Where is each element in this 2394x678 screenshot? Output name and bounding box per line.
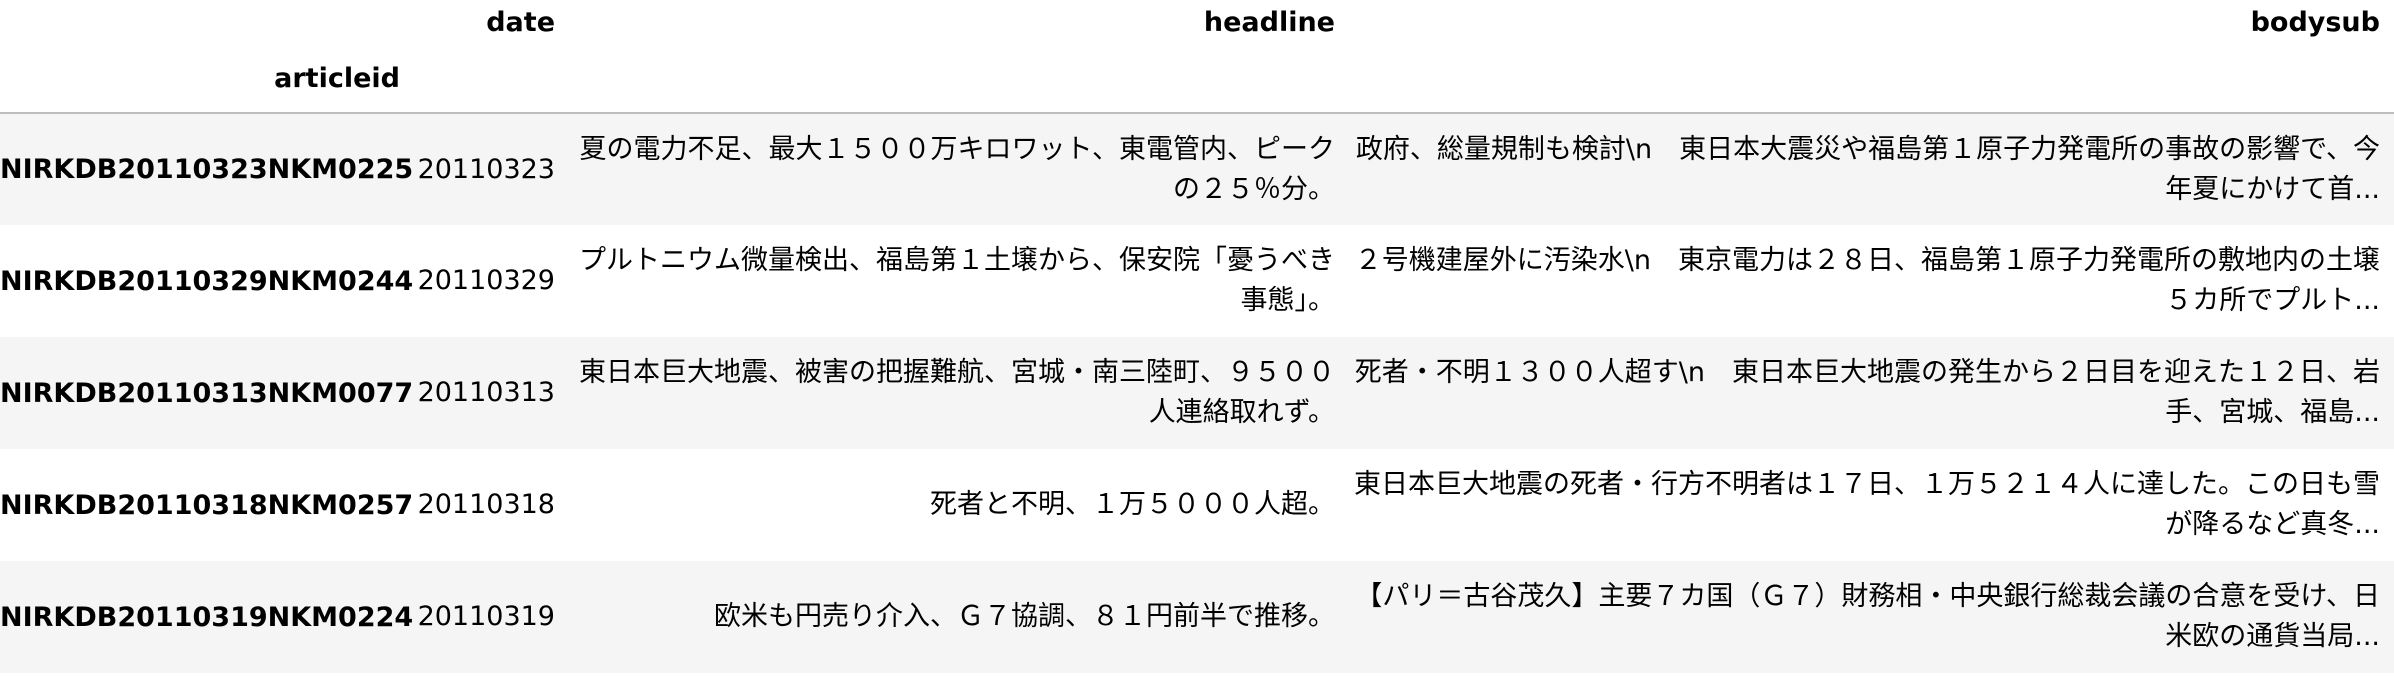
date-cell: 20110323 xyxy=(417,153,555,185)
bodysub-cell: 【パリ＝古谷茂久】主要７カ国（Ｇ７）財務相・中央銀行総裁会議の合意を受け、日米欧… xyxy=(1355,581,2380,652)
bodysub-cell: ２号機建屋外に汚染水\n 東京電力は２８日、福島第１原子力発電所の敷地内の土壌５… xyxy=(1354,245,2380,316)
column-header-bodysub: bodysub xyxy=(2250,6,2380,38)
index-row-blank xyxy=(1349,44,2394,113)
table-body: NIRKDB20110323NKM0225 20110323 夏の電力不足、最大… xyxy=(0,113,2394,673)
table-row: NIRKDB20110323NKM0225 20110323 夏の電力不足、最大… xyxy=(0,113,2394,225)
date-cell: 20110318 xyxy=(417,489,555,520)
headline-cell: プルトニウム微量検出、福島第１土壌から、保安院「憂うべき事態」。 xyxy=(579,245,1335,316)
row-index-cell: NIRKDB20110319NKM0224 xyxy=(0,601,414,633)
headline-cell: 欧米も円売り介入、Ｇ７協調、８１円前半で推移。 xyxy=(714,601,1335,632)
date-cell: 20110313 xyxy=(417,377,555,408)
date-cell: 20110319 xyxy=(417,601,555,632)
date-cell: 20110329 xyxy=(417,265,555,296)
index-header-blank xyxy=(0,0,414,44)
column-header-row: date headline bodysub xyxy=(0,0,2394,44)
dataframe-table: date headline bodysub articleid NIRKDB20… xyxy=(0,0,2394,673)
row-index-cell: NIRKDB20110318NKM0257 xyxy=(0,489,414,521)
bodysub-cell: 政府、総量規制も検討\n 東日本大震災や福島第１原子力発電所の事故の影響で、今年… xyxy=(1355,133,2380,205)
row-index-cell: NIRKDB20110329NKM0244 xyxy=(0,265,414,297)
index-row-blank xyxy=(569,44,1349,113)
bodysub-cell: 東日本巨大地震の死者・行方不明者は１７日、１万５２１４人に達した。この日も雪が降… xyxy=(1354,469,2380,540)
table-header: date headline bodysub articleid xyxy=(0,0,2394,113)
row-index-cell: NIRKDB20110323NKM0225 xyxy=(0,154,414,185)
index-name-header: articleid xyxy=(274,62,400,94)
table-row: NIRKDB20110318NKM0257 20110318 死者と不明、１万５… xyxy=(0,449,2394,561)
bodysub-cell: 死者・不明１３００人超す\n 東日本巨大地震の発生から２日目を迎えた１２日、岩手… xyxy=(1354,357,2380,428)
index-row-blank xyxy=(414,44,569,113)
column-header-date: date xyxy=(486,6,555,38)
table-row: NIRKDB20110313NKM0077 20110313 東日本巨大地震、被… xyxy=(0,337,2394,449)
table-row: NIRKDB20110329NKM0244 20110329 プルトニウム微量検… xyxy=(0,225,2394,337)
row-index-cell: NIRKDB20110313NKM0077 xyxy=(0,377,414,409)
headline-cell: 死者と不明、１万５０００人超。 xyxy=(930,489,1335,520)
table-row: NIRKDB20110319NKM0224 20110319 欧米も円売り介入、… xyxy=(0,561,2394,673)
column-header-headline: headline xyxy=(1203,6,1335,38)
headline-cell: 東日本巨大地震、被害の把握難航、宮城・南三陸町、９５００人連絡取れず。 xyxy=(579,357,1335,428)
index-name-row: articleid xyxy=(0,44,2394,113)
headline-cell: 夏の電力不足、最大１５００万キロワット、東電管内、ピークの２５％分。 xyxy=(579,133,1335,205)
